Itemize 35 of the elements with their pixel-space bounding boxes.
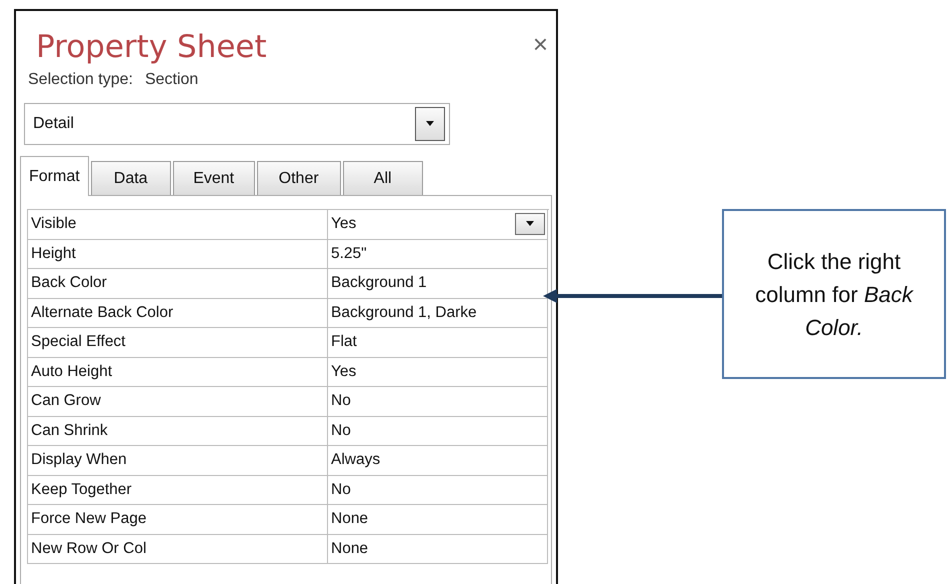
property-value[interactable]: No	[328, 476, 548, 505]
property-value[interactable]: Flat	[328, 328, 548, 358]
property-value[interactable]: None	[328, 505, 548, 534]
property-value[interactable]: Always	[328, 446, 548, 476]
property-name: Back Color	[28, 269, 328, 298]
property-name: New Row Or Col	[28, 534, 328, 564]
property-name: Can Shrink	[28, 416, 328, 446]
property-name: Alternate Back Color	[28, 298, 328, 328]
tab[interactable]: Data	[90, 161, 171, 195]
property-name: Visible	[28, 210, 328, 240]
property-value[interactable]: Background 1, Darke	[328, 298, 548, 328]
tab[interactable]: Other	[256, 161, 341, 195]
property-name: Can Grow	[28, 387, 328, 416]
callout-text: Click the right column for Back Color.	[754, 248, 914, 342]
property-name: Height	[28, 240, 328, 269]
panel-title: Property Sheet	[36, 28, 267, 67]
property-value[interactable]: Yes	[328, 358, 548, 387]
close-button[interactable]: ×	[528, 31, 552, 57]
selection-type-value: Section	[144, 71, 198, 89]
property-value[interactable]: 5.25"	[328, 240, 548, 269]
property-name: Auto Height	[28, 358, 328, 387]
property-name: Display When	[28, 446, 328, 476]
tab[interactable]: Format	[20, 156, 89, 196]
property-value[interactable]: No	[328, 416, 548, 446]
property-value[interactable]: Background 1	[328, 269, 548, 298]
property-value[interactable]: No	[328, 387, 548, 416]
property-name: Keep Together	[28, 476, 328, 505]
property-name: Force New Page	[28, 505, 328, 534]
tab[interactable]: Event	[172, 161, 255, 195]
property-value[interactable]: None	[328, 534, 548, 564]
property-name: Special Effect	[28, 328, 328, 358]
tab[interactable]: All	[342, 161, 423, 195]
property-value[interactable]: Yes	[328, 210, 548, 240]
selection-dropdown[interactable]: Detail	[24, 103, 450, 145]
selection-type-label: Selection type:	[28, 71, 133, 89]
